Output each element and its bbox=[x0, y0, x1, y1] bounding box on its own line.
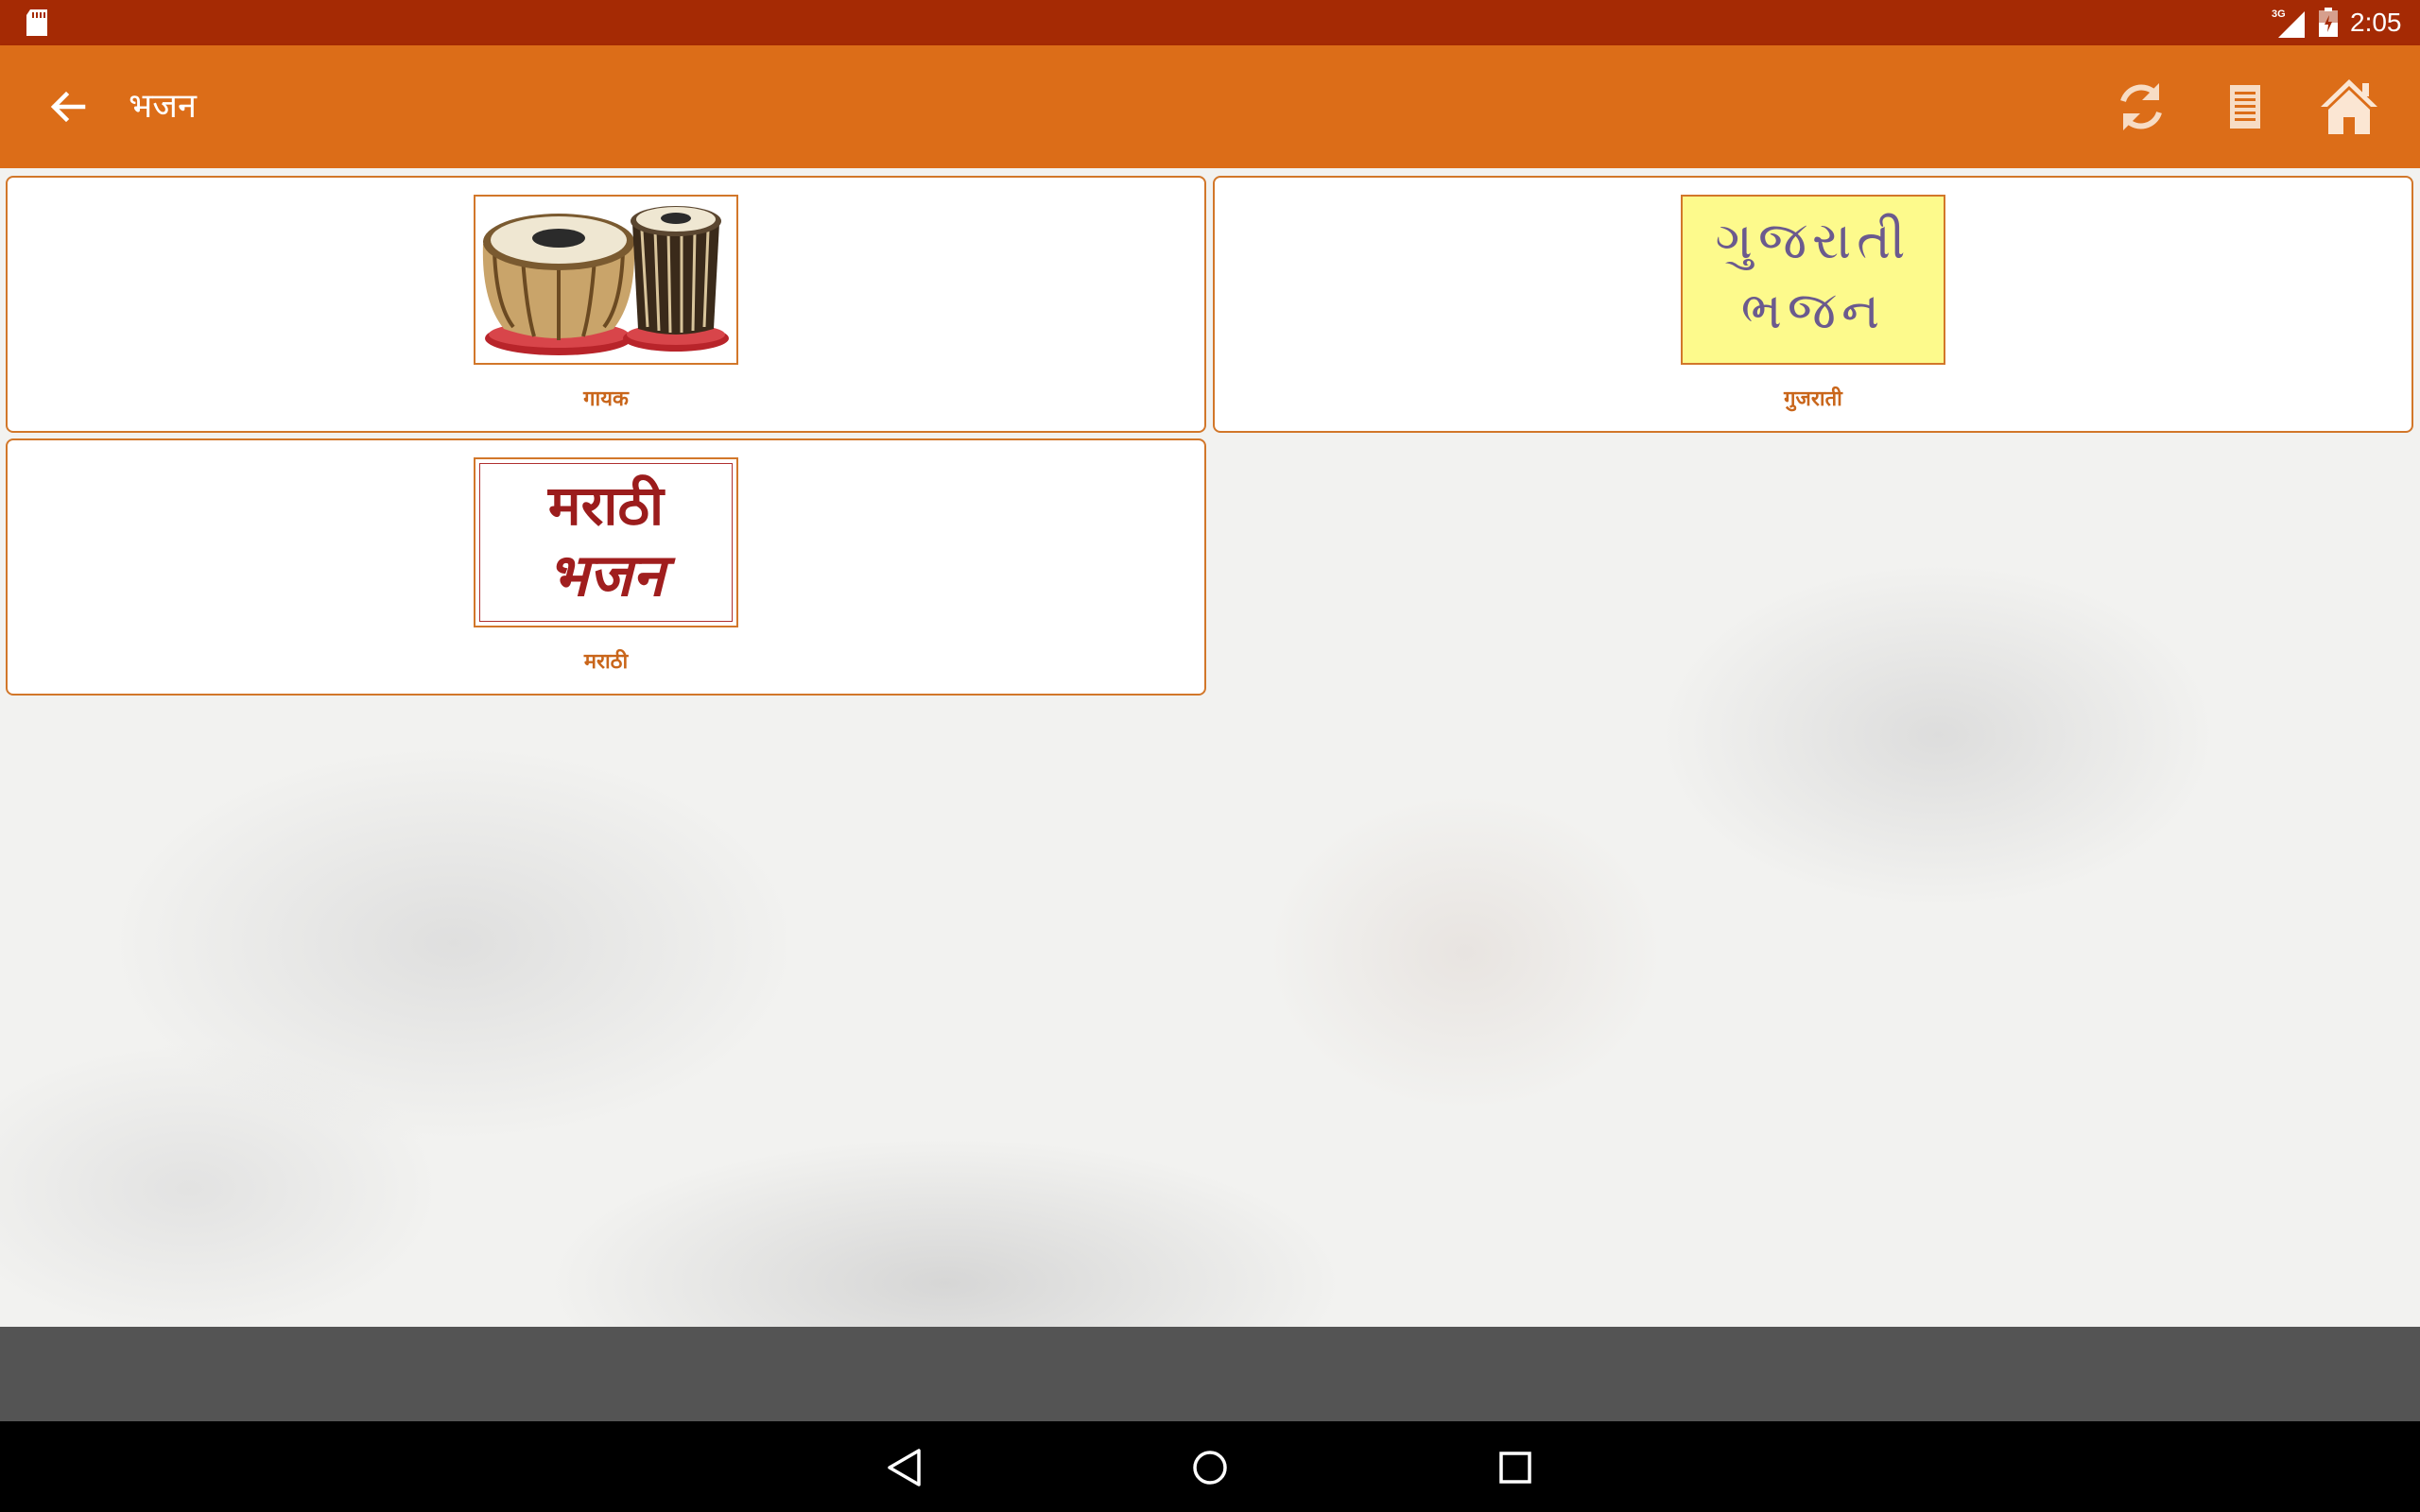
gujarati-image-text-line2: ભજન bbox=[1740, 281, 1886, 340]
list-icon[interactable] bbox=[2214, 76, 2276, 138]
nav-home-icon[interactable] bbox=[1186, 1444, 1234, 1491]
category-card-marathi[interactable]: मराठी भजन मराठी bbox=[6, 438, 1206, 696]
status-clock: 2:05 bbox=[2350, 8, 2402, 37]
bottom-banner-area bbox=[0, 1327, 2420, 1421]
marathi-image-text-line2: भजन bbox=[546, 541, 665, 610]
network-type-label: 3G bbox=[2272, 9, 2286, 20]
sd-card-icon bbox=[26, 9, 47, 36]
home-icon[interactable] bbox=[2318, 76, 2380, 138]
category-card-gujarati[interactable]: ગુજરાતી ભજન गुजराती bbox=[1213, 176, 2413, 433]
signal-icon: 3G bbox=[2272, 9, 2305, 38]
category-label: गुजराती bbox=[1784, 387, 1842, 411]
category-card-gayak[interactable]: गायक bbox=[6, 176, 1206, 433]
category-label: मराठी bbox=[583, 650, 629, 674]
app-bar: भजन bbox=[0, 45, 2420, 168]
nav-recents-icon[interactable] bbox=[1492, 1444, 1539, 1491]
gujarati-bhajan-image: ગુજરાતી ભજન bbox=[1681, 195, 1945, 365]
system-navigation-bar bbox=[0, 1421, 2420, 1512]
category-label: गायक bbox=[583, 387, 629, 411]
tabla-image bbox=[474, 195, 738, 365]
marathi-bhajan-image: मराठी भजन bbox=[474, 457, 738, 627]
gujarati-image-text-line1: ગુજરાતી bbox=[1715, 211, 1911, 270]
page-title: भजन bbox=[129, 87, 198, 126]
refresh-icon[interactable] bbox=[2110, 76, 2172, 138]
status-bar: 3G 2:05 bbox=[0, 0, 2420, 45]
back-arrow-icon[interactable] bbox=[42, 81, 93, 132]
marathi-image-text-line1: मराठी bbox=[547, 473, 665, 538]
nav-back-icon[interactable] bbox=[881, 1444, 928, 1491]
battery-icon bbox=[2319, 8, 2338, 37]
